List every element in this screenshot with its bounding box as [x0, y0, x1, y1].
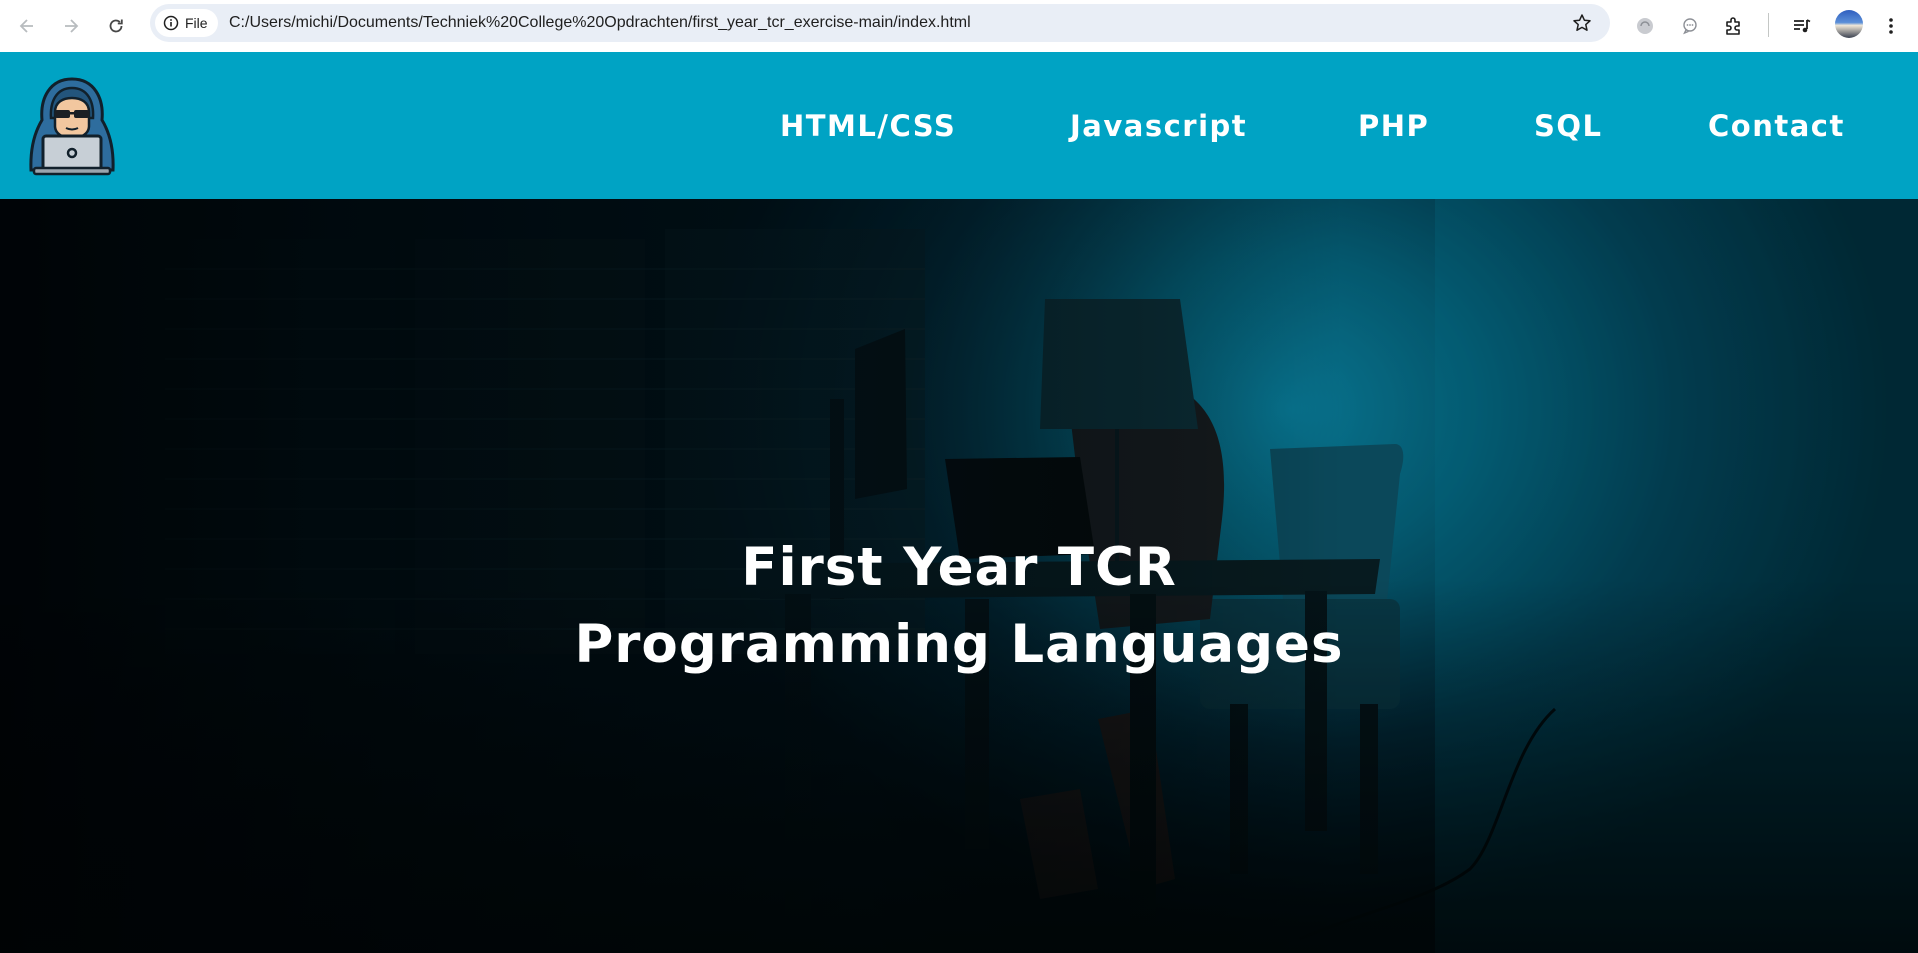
- site-logo[interactable]: [26, 76, 118, 176]
- forward-button[interactable]: [56, 11, 86, 41]
- bookmark-star-button[interactable]: [1570, 11, 1594, 35]
- browser-toolbar: File C:/Users/michi/Documents/Techniek%2…: [0, 0, 1918, 52]
- address-bar[interactable]: File C:/Users/michi/Documents/Techniek%2…: [150, 4, 1610, 42]
- hooded-hacker-laptop-icon: [29, 77, 115, 176]
- reload-button[interactable]: [101, 11, 131, 41]
- reload-icon: [109, 19, 123, 33]
- toolbar-separator: [1768, 13, 1769, 37]
- hero-title: First Year TCR Programming Languages: [0, 529, 1918, 683]
- nav-link-html-css[interactable]: HTML/CSS: [780, 108, 956, 144]
- forward-arrow-icon: [65, 19, 79, 33]
- nav-link-php[interactable]: PHP: [1358, 108, 1429, 144]
- back-arrow-icon: [19, 19, 33, 33]
- site-info-chip[interactable]: File: [155, 9, 218, 37]
- extension-button-1[interactable]: [1630, 11, 1660, 41]
- url-text[interactable]: C:/Users/michi/Documents/Techniek%20Coll…: [229, 4, 971, 42]
- scheme-label: File: [185, 15, 208, 31]
- hero-section: First Year TCR Programming Languages: [0, 199, 1918, 953]
- extension-button-2[interactable]: [1675, 11, 1705, 41]
- nav-link-contact[interactable]: Contact: [1708, 108, 1845, 144]
- extension-cloud-icon: [1637, 18, 1653, 34]
- nav-link-javascript[interactable]: Javascript: [1070, 108, 1247, 144]
- profile-avatar[interactable]: [1835, 10, 1863, 38]
- more-vertical-icon: [1889, 18, 1893, 34]
- browser-menu-button[interactable]: [1876, 11, 1906, 41]
- nav-link-sql[interactable]: SQL: [1534, 108, 1603, 144]
- media-control-button[interactable]: [1787, 11, 1817, 41]
- extensions-button[interactable]: [1719, 11, 1749, 41]
- extension-puzzle-icon: [1726, 17, 1740, 35]
- star-icon: [1573, 14, 1591, 31]
- chat-bubble-icon: [1683, 18, 1697, 35]
- back-button[interactable]: [12, 11, 42, 41]
- media-playlist-icon: [1794, 19, 1811, 33]
- hero-title-line-1: First Year TCR: [741, 537, 1177, 598]
- site-header: HTML/CSS Javascript PHP SQL Contact: [0, 52, 1918, 199]
- hero-title-line-2: Programming Languages: [574, 614, 1344, 675]
- info-icon: [163, 15, 179, 31]
